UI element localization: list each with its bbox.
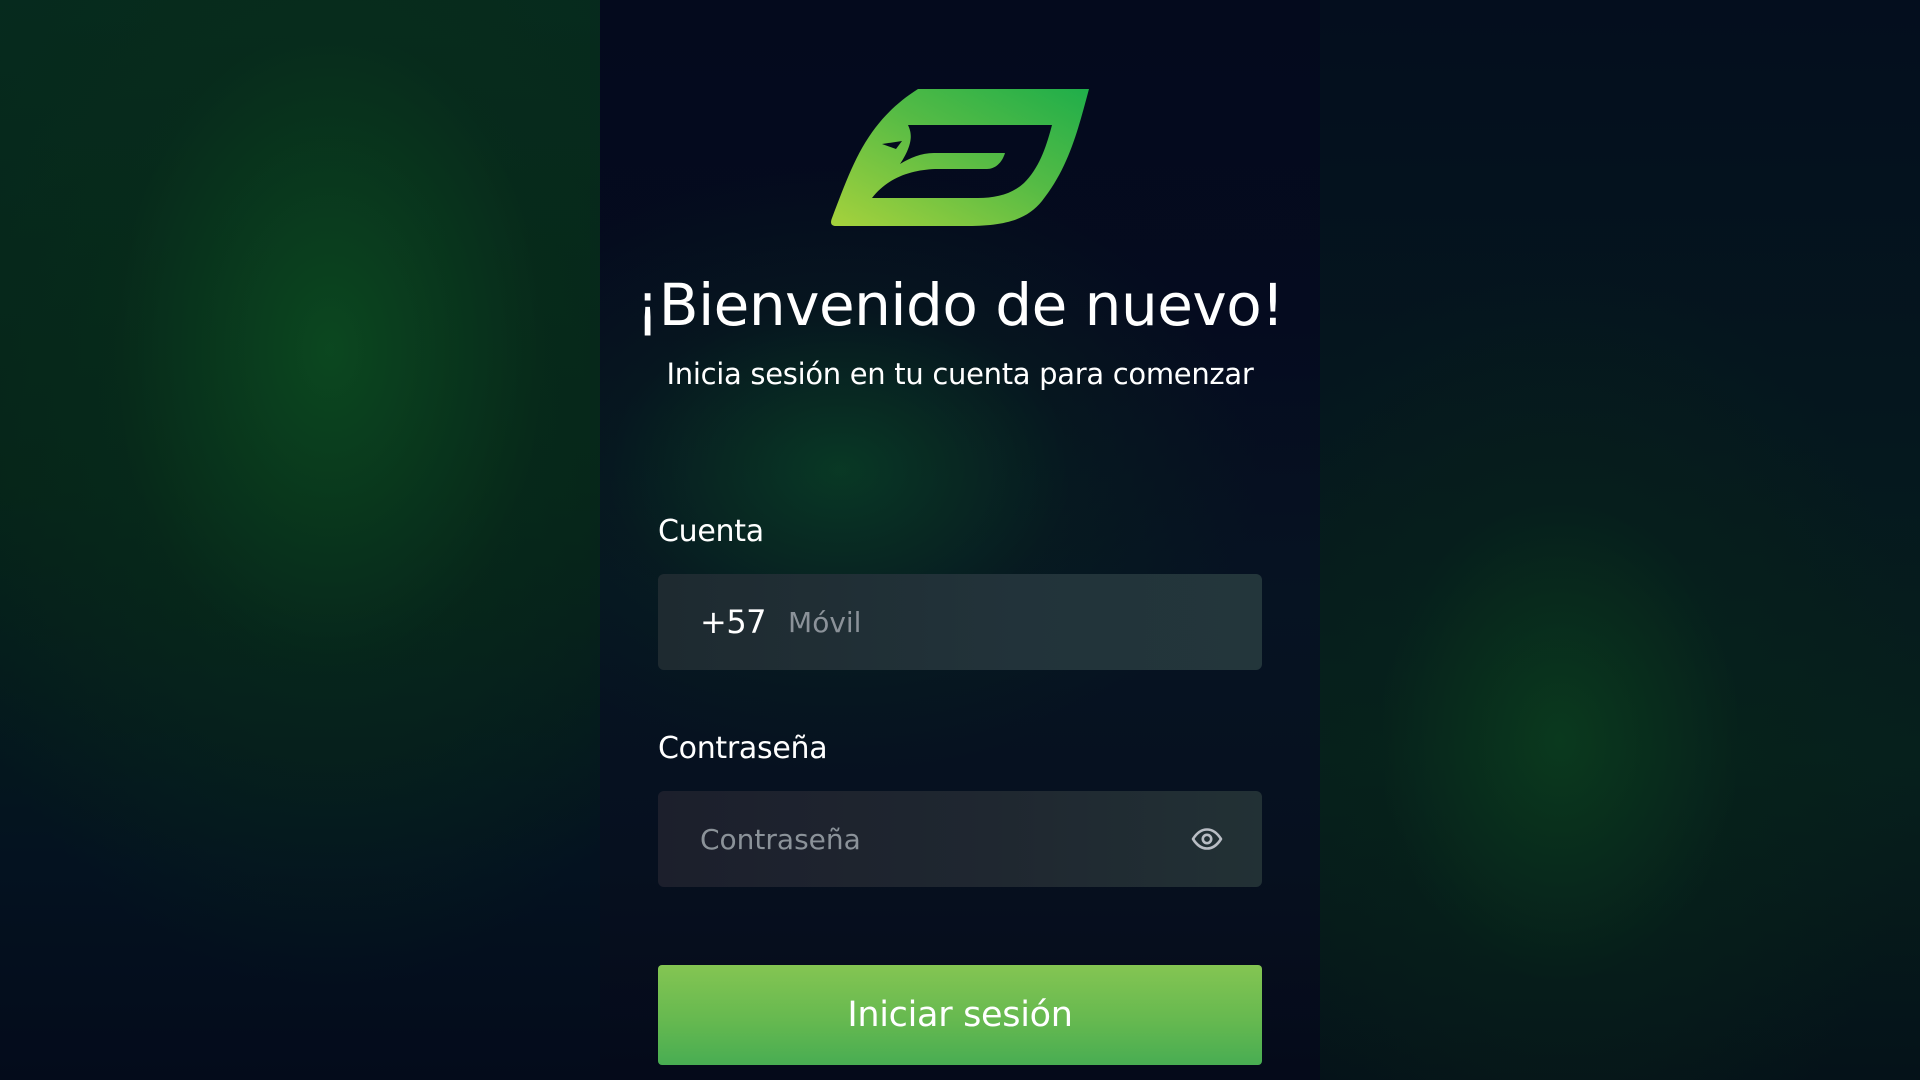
country-code[interactable]: +57 [700,603,767,641]
leaf-logo-icon [831,89,1089,226]
password-field[interactable] [658,791,1262,887]
background-right-panel [1320,0,1920,1080]
password-input[interactable] [700,809,1190,869]
account-label: Cuenta [658,514,764,549]
password-label: Contraseña [658,731,828,766]
eye-icon[interactable] [1190,827,1224,851]
background-left-panel [0,0,600,1080]
phone-input[interactable] [788,592,1220,652]
page-title: ¡Bienvenido de nuevo! [636,271,1284,339]
page-subtitle: Inicia sesión en tu cuenta para comenzar [666,357,1254,391]
login-button[interactable]: Iniciar sesión [658,965,1262,1065]
account-field[interactable]: +57 [658,574,1262,670]
